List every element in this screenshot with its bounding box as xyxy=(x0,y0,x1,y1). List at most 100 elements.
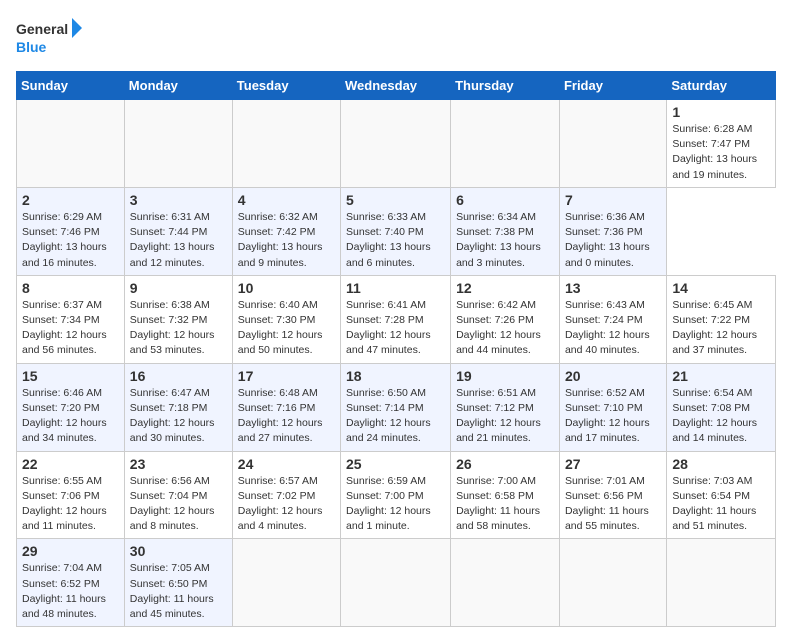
calendar-cell: 28 Sunrise: 7:03 AMSunset: 6:54 PMDayligh… xyxy=(667,451,776,539)
calendar-table: SundayMondayTuesdayWednesdayThursdayFrid… xyxy=(16,71,776,627)
day-info: Sunrise: 7:01 AMSunset: 6:56 PMDaylight:… xyxy=(565,474,661,535)
calendar-cell: 14Sunrise: 6:45 AMSunset: 7:22 PMDayligh… xyxy=(667,275,776,363)
calendar-cell: 3 Sunrise: 6:31 AMSunset: 7:44 PMDaylight… xyxy=(124,187,232,275)
calendar-cell xyxy=(559,100,666,188)
day-number: 5 xyxy=(346,192,445,208)
day-number: 10 xyxy=(238,280,335,296)
day-number: 14 xyxy=(672,280,770,296)
calendar-cell: 23 Sunrise: 6:56 AMSunset: 7:04 PMDayligh… xyxy=(124,451,232,539)
day-number: 4 xyxy=(238,192,335,208)
calendar-cell: 21 Sunrise: 6:54 AMSunset: 7:08 PMDayligh… xyxy=(667,363,776,451)
calendar-cell: 19 Sunrise: 6:51 AMSunset: 7:12 PMDayligh… xyxy=(451,363,560,451)
day-info: Sunrise: 6:29 AMSunset: 7:46 PMDaylight:… xyxy=(22,210,119,271)
day-info: Sunrise: 6:28 AMSunset: 7:47 PMDaylight:… xyxy=(672,122,770,183)
day-info: Sunrise: 6:47 AMSunset: 7:18 PMDaylight:… xyxy=(130,386,227,447)
col-header-tuesday: Tuesday xyxy=(232,72,340,100)
day-info: Sunrise: 6:34 AMSunset: 7:38 PMDaylight:… xyxy=(456,210,554,271)
calendar-week-2: 2 Sunrise: 6:29 AMSunset: 7:46 PMDaylight… xyxy=(17,187,776,275)
calendar-cell xyxy=(451,539,560,627)
day-info: Sunrise: 6:31 AMSunset: 7:44 PMDaylight:… xyxy=(130,210,227,271)
day-info: Sunrise: 6:40 AMSunset: 7:30 PMDaylight:… xyxy=(238,298,335,359)
day-number: 13 xyxy=(565,280,661,296)
calendar-cell xyxy=(17,100,125,188)
day-info: Sunrise: 6:51 AMSunset: 7:12 PMDaylight:… xyxy=(456,386,554,447)
calendar-cell: 13 Sunrise: 6:43 AMSunset: 7:24 PMDayligh… xyxy=(559,275,666,363)
day-info: Sunrise: 6:52 AMSunset: 7:10 PMDaylight:… xyxy=(565,386,661,447)
calendar-cell xyxy=(232,539,340,627)
calendar-cell: 6 Sunrise: 6:34 AMSunset: 7:38 PMDaylight… xyxy=(451,187,560,275)
day-info: Sunrise: 6:36 AMSunset: 7:36 PMDaylight:… xyxy=(565,210,661,271)
day-info: Sunrise: 7:04 AMSunset: 6:52 PMDaylight:… xyxy=(22,561,119,622)
day-info: Sunrise: 6:33 AMSunset: 7:40 PMDaylight:… xyxy=(346,210,445,271)
day-info: Sunrise: 6:41 AMSunset: 7:28 PMDaylight:… xyxy=(346,298,445,359)
day-number: 8 xyxy=(22,280,119,296)
calendar-cell xyxy=(232,100,340,188)
calendar-cell xyxy=(341,539,451,627)
calendar-cell xyxy=(667,539,776,627)
day-number: 3 xyxy=(130,192,227,208)
day-info: Sunrise: 6:38 AMSunset: 7:32 PMDaylight:… xyxy=(130,298,227,359)
day-info: Sunrise: 7:00 AMSunset: 6:58 PMDaylight:… xyxy=(456,474,554,535)
header-row: SundayMondayTuesdayWednesdayThursdayFrid… xyxy=(17,72,776,100)
calendar-cell: 4Sunrise: 6:32 AMSunset: 7:42 PMDaylight… xyxy=(232,187,340,275)
calendar-cell: 20 Sunrise: 6:52 AMSunset: 7:10 PMDayligh… xyxy=(559,363,666,451)
calendar-cell: 17 Sunrise: 6:48 AMSunset: 7:16 PMDayligh… xyxy=(232,363,340,451)
day-number: 15 xyxy=(22,368,119,384)
col-header-thursday: Thursday xyxy=(451,72,560,100)
calendar-cell: 2 Sunrise: 6:29 AMSunset: 7:46 PMDaylight… xyxy=(17,187,125,275)
calendar-cell: 25 Sunrise: 6:59 AMSunset: 7:00 PMDayligh… xyxy=(341,451,451,539)
day-number: 16 xyxy=(130,368,227,384)
day-number: 2 xyxy=(22,192,119,208)
calendar-cell: 7 Sunrise: 6:36 AMSunset: 7:36 PMDaylight… xyxy=(559,187,666,275)
calendar-cell: 8 Sunrise: 6:37 AMSunset: 7:34 PMDaylight… xyxy=(17,275,125,363)
calendar-cell: 11 Sunrise: 6:41 AMSunset: 7:28 PMDayligh… xyxy=(341,275,451,363)
day-info: Sunrise: 6:54 AMSunset: 7:08 PMDaylight:… xyxy=(672,386,770,447)
day-number: 11 xyxy=(346,280,445,296)
calendar-cell xyxy=(451,100,560,188)
day-number: 23 xyxy=(130,456,227,472)
calendar-week-6: 29 Sunrise: 7:04 AMSunset: 6:52 PMDayligh… xyxy=(17,539,776,627)
calendar-week-1: 1 Sunrise: 6:28 AMSunset: 7:47 PMDaylight… xyxy=(17,100,776,188)
calendar-cell: 27Sunrise: 7:01 AMSunset: 6:56 PMDayligh… xyxy=(559,451,666,539)
calendar-cell: 15Sunrise: 6:46 AMSunset: 7:20 PMDayligh… xyxy=(17,363,125,451)
day-number: 25 xyxy=(346,456,445,472)
day-number: 17 xyxy=(238,368,335,384)
svg-text:General: General xyxy=(16,21,68,37)
day-number: 30 xyxy=(130,543,227,559)
day-info: Sunrise: 7:03 AMSunset: 6:54 PMDaylight:… xyxy=(672,474,770,535)
logo-svg: General Blue xyxy=(16,16,86,61)
calendar-cell: 10 Sunrise: 6:40 AMSunset: 7:30 PMDayligh… xyxy=(232,275,340,363)
day-number: 18 xyxy=(346,368,445,384)
day-info: Sunrise: 6:56 AMSunset: 7:04 PMDaylight:… xyxy=(130,474,227,535)
logo: General Blue xyxy=(16,16,86,61)
calendar-cell: 26Sunrise: 7:00 AMSunset: 6:58 PMDayligh… xyxy=(451,451,560,539)
day-number: 19 xyxy=(456,368,554,384)
day-info: Sunrise: 6:59 AMSunset: 7:00 PMDaylight:… xyxy=(346,474,445,535)
day-info: Sunrise: 6:57 AMSunset: 7:02 PMDaylight:… xyxy=(238,474,335,535)
calendar-week-5: 22Sunrise: 6:55 AMSunset: 7:06 PMDayligh… xyxy=(17,451,776,539)
calendar-cell: 12Sunrise: 6:42 AMSunset: 7:26 PMDayligh… xyxy=(451,275,560,363)
day-info: Sunrise: 6:48 AMSunset: 7:16 PMDaylight:… xyxy=(238,386,335,447)
calendar-cell xyxy=(559,539,666,627)
day-number: 29 xyxy=(22,543,119,559)
day-info: Sunrise: 6:37 AMSunset: 7:34 PMDaylight:… xyxy=(22,298,119,359)
calendar-cell: 16 Sunrise: 6:47 AMSunset: 7:18 PMDayligh… xyxy=(124,363,232,451)
day-number: 6 xyxy=(456,192,554,208)
col-header-friday: Friday xyxy=(559,72,666,100)
calendar-cell xyxy=(341,100,451,188)
calendar-cell: 5 Sunrise: 6:33 AMSunset: 7:40 PMDaylight… xyxy=(341,187,451,275)
col-header-wednesday: Wednesday xyxy=(341,72,451,100)
day-number: 7 xyxy=(565,192,661,208)
day-number: 20 xyxy=(565,368,661,384)
day-number: 28 xyxy=(672,456,770,472)
col-header-monday: Monday xyxy=(124,72,232,100)
day-number: 24 xyxy=(238,456,335,472)
calendar-cell: 30Sunrise: 7:05 AMSunset: 6:50 PMDayligh… xyxy=(124,539,232,627)
day-number: 1 xyxy=(672,104,770,120)
day-number: 21 xyxy=(672,368,770,384)
calendar-cell: 18Sunrise: 6:50 AMSunset: 7:14 PMDayligh… xyxy=(341,363,451,451)
day-info: Sunrise: 6:43 AMSunset: 7:24 PMDaylight:… xyxy=(565,298,661,359)
calendar-cell: 9Sunrise: 6:38 AMSunset: 7:32 PMDaylight… xyxy=(124,275,232,363)
col-header-sunday: Sunday xyxy=(17,72,125,100)
day-info: Sunrise: 6:55 AMSunset: 7:06 PMDaylight:… xyxy=(22,474,119,535)
